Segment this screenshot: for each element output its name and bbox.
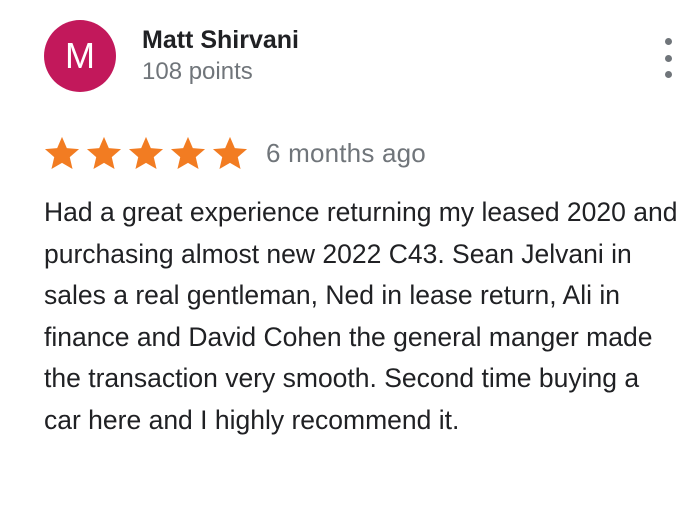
star-icon <box>86 136 122 170</box>
more-vert-icon <box>664 38 672 45</box>
review-text: Had a great experience returning my leas… <box>44 197 678 435</box>
review-date: 6 months ago <box>266 137 426 168</box>
author-points: 108 points <box>142 58 253 85</box>
review-card: M Matt Shirvani 108 points 6 months ago … <box>0 0 688 524</box>
more-vert-icon-dot <box>664 71 672 78</box>
rating-row: 6 months ago <box>42 132 426 174</box>
star-icon <box>128 136 164 170</box>
more-vert-icon-dot <box>664 54 672 62</box>
star-icon <box>212 136 248 170</box>
star-icon <box>44 136 80 170</box>
star-rating <box>42 134 252 172</box>
author-name[interactable]: Matt Shirvani <box>142 26 299 55</box>
more-options-button[interactable] <box>652 36 684 80</box>
avatar[interactable]: M <box>44 20 116 92</box>
star-icon <box>170 136 206 170</box>
